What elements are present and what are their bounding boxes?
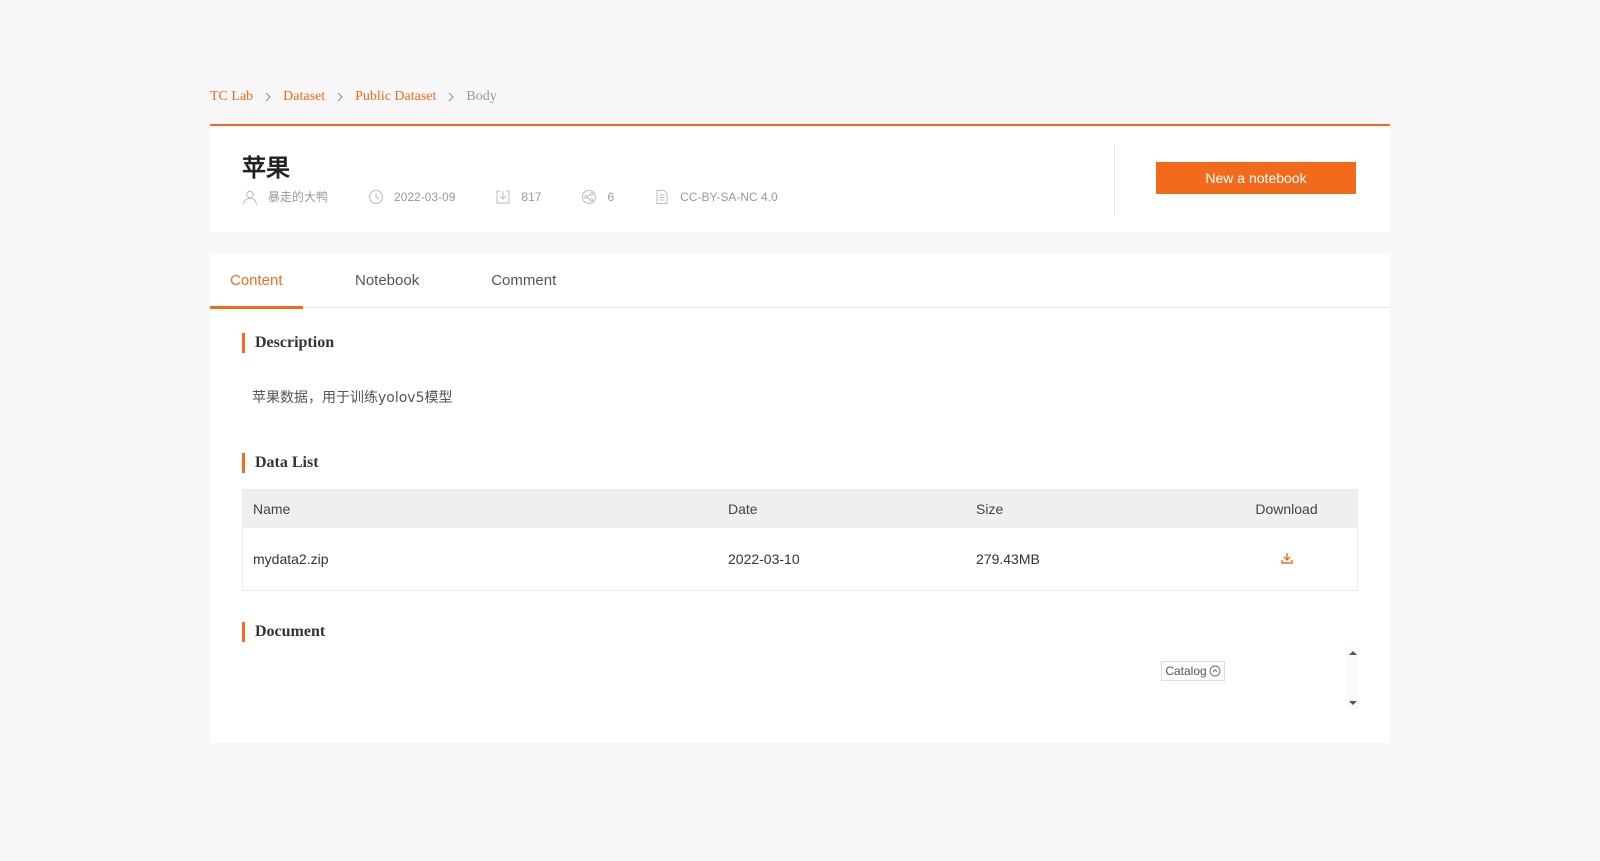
tab-content[interactable]: Content: [210, 253, 303, 309]
scroll-up-icon[interactable]: [1348, 648, 1358, 658]
description-text: 苹果数据，用于训练yolov5模型: [252, 390, 453, 406]
clock-icon: [369, 189, 384, 204]
header-size: Size: [976, 501, 1004, 517]
chevron-right-icon: [335, 92, 345, 102]
download-icon[interactable]: [1280, 551, 1294, 565]
tab-bar: Content Notebook Comment: [210, 253, 1390, 309]
data-list-heading: Data List: [242, 453, 319, 473]
file-date: 2022-03-10: [728, 551, 800, 567]
user-icon: [243, 190, 257, 205]
tab-notebook[interactable]: Notebook: [355, 253, 419, 308]
file-name: mydata2.zip: [253, 551, 329, 567]
table-row: mydata2.zip 2022-03-10 279.43MB: [243, 528, 1357, 590]
catalog-toggle[interactable]: Catalog: [1161, 661, 1225, 681]
meta-shares: 6: [581, 189, 614, 205]
page-title: 苹果: [242, 154, 290, 182]
meta-downloads: 817: [495, 189, 541, 205]
document-heading: Document: [242, 622, 325, 642]
download-count: 817: [521, 189, 542, 204]
table-header: Name Date Size Download: [243, 490, 1357, 528]
description-heading: Description: [242, 333, 334, 353]
content-panel: Content Notebook Comment Description 苹果数…: [210, 253, 1390, 743]
meta-date: 2022-03-09: [368, 189, 455, 205]
share-count: 6: [607, 189, 615, 204]
header-divider: [1114, 144, 1115, 216]
tab-comment[interactable]: Comment: [491, 253, 556, 308]
chevron-up-circle-icon: [1209, 665, 1221, 677]
meta-author: 暴走的大鸭: [242, 188, 328, 205]
dataset-header: 苹果 暴走的大鸭 2022-03-09 817 6 CC-BY-SA-NC 4.…: [210, 124, 1390, 232]
license-label: CC-BY-SA-NC 4.0: [680, 189, 778, 204]
breadcrumb-tc-lab[interactable]: TC Lab: [210, 89, 253, 105]
catalog-label: Catalog: [1165, 664, 1207, 678]
download-icon: [496, 190, 510, 203]
document-scrollbar[interactable]: [1347, 647, 1359, 709]
chevron-right-icon: [446, 92, 456, 102]
breadcrumb: TC Lab Dataset Public Dataset Body: [210, 89, 497, 105]
breadcrumb-dataset[interactable]: Dataset: [283, 89, 325, 105]
data-list-table: Name Date Size Download mydata2.zip 2022…: [242, 489, 1358, 591]
breadcrumb-public-dataset[interactable]: Public Dataset: [355, 89, 436, 105]
download-cell: [1216, 551, 1357, 568]
author-name[interactable]: 暴走的大鸭: [268, 188, 328, 205]
dataset-meta: 暴走的大鸭 2022-03-09 817 6 CC-BY-SA-NC 4.0: [242, 188, 778, 205]
created-date: 2022-03-09: [394, 189, 456, 204]
new-notebook-button[interactable]: New a notebook: [1156, 162, 1356, 194]
meta-license: CC-BY-SA-NC 4.0: [654, 189, 778, 205]
chevron-right-icon: [263, 92, 273, 102]
share-icon: [582, 189, 597, 204]
document-icon: [656, 189, 668, 204]
file-size: 279.43MB: [976, 551, 1040, 567]
breadcrumb-current: Body: [466, 89, 497, 104]
scroll-down-icon[interactable]: [1348, 698, 1358, 708]
header-download: Download: [1255, 501, 1318, 517]
header-date: Date: [728, 501, 758, 517]
header-name: Name: [253, 501, 291, 517]
